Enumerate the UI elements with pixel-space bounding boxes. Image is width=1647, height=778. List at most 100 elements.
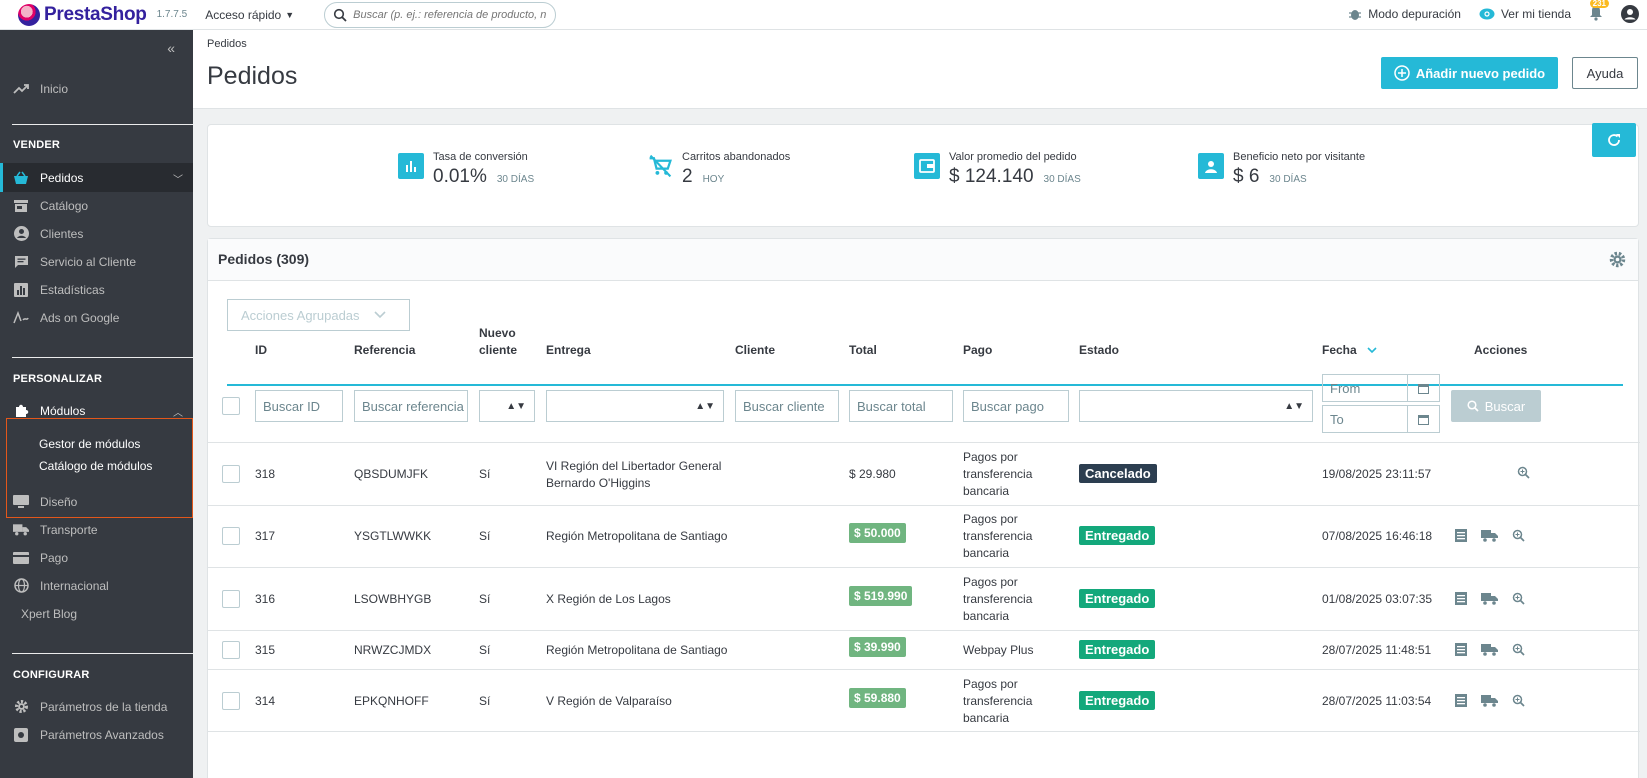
- filter-total-input[interactable]: Buscar total: [849, 390, 953, 422]
- filter-customer-input[interactable]: Buscar cliente: [735, 390, 839, 422]
- invoice-icon[interactable]: [1455, 643, 1467, 656]
- status-badge[interactable]: Entregado: [1079, 589, 1156, 608]
- column-header-date[interactable]: Fecha: [1322, 343, 1377, 357]
- sort-desc-icon[interactable]: [1367, 346, 1377, 354]
- status-badge[interactable]: Cancelado: [1079, 464, 1157, 483]
- view-zoom-icon[interactable]: [1517, 466, 1530, 479]
- calendar-icon[interactable]: [1407, 406, 1439, 432]
- row-checkbox[interactable]: [222, 692, 240, 710]
- quick-access-dropdown[interactable]: Acceso rápido ▼: [205, 8, 294, 22]
- truck-icon[interactable]: [1481, 592, 1498, 605]
- order-new-customer: Sí: [479, 694, 491, 708]
- order-reference[interactable]: NRWZCJMDX: [354, 643, 431, 657]
- column-header-reference[interactable]: Referencia: [354, 343, 415, 357]
- order-payment-line3: bancaria: [963, 484, 1010, 498]
- column-header-new-customer-line2[interactable]: cliente: [479, 343, 517, 357]
- debug-mode-link[interactable]: Modo depuración: [1348, 7, 1461, 21]
- truck-icon[interactable]: [1481, 529, 1498, 542]
- search-input[interactable]: [353, 8, 554, 21]
- invoice-icon[interactable]: [1455, 694, 1467, 707]
- order-reference[interactable]: YSGTLWWKK: [354, 529, 431, 543]
- modules-highlight-box: [6, 418, 193, 518]
- column-header-new-customer-line1[interactable]: Nuevo: [479, 326, 516, 340]
- select-all-checkbox[interactable]: [222, 397, 240, 415]
- order-reference[interactable]: LSOWBHYGB: [354, 592, 431, 606]
- sidebar-item-orders[interactable]: Pedidos ﹀: [0, 163, 193, 192]
- help-button[interactable]: Ayuda: [1572, 57, 1638, 89]
- sidebar-item-ads-on-google[interactable]: Ads on Google: [0, 303, 193, 332]
- sidebar-item-customers[interactable]: Clientes: [0, 219, 193, 248]
- refresh-icon: [1608, 134, 1620, 146]
- column-header-customer[interactable]: Cliente: [735, 343, 775, 357]
- view-zoom-icon[interactable]: [1512, 643, 1525, 656]
- invoice-icon[interactable]: [1455, 529, 1467, 542]
- sidebar-item-shop-parameters[interactable]: Parámetros de la tienda: [0, 692, 193, 721]
- kpi-abandoned-carts: Carritos abandonados 2 HOY: [647, 151, 790, 188]
- sidebar-item-label: Servicio al Cliente: [40, 254, 137, 269]
- sidebar-item-label: Clientes: [40, 226, 84, 241]
- search-filter-button[interactable]: Buscar: [1451, 390, 1541, 422]
- filter-status-select[interactable]: ▲▼: [1079, 390, 1313, 422]
- filter-new-customer-select[interactable]: ▲▼: [479, 390, 535, 422]
- truck-icon[interactable]: [1481, 694, 1498, 707]
- order-delivery-line1: Región Metropolitana de Santiago: [546, 643, 728, 657]
- column-header-status[interactable]: Estado: [1079, 343, 1119, 357]
- status-badge[interactable]: Entregado: [1079, 526, 1156, 545]
- sidebar-item-catalog[interactable]: Catálogo: [0, 191, 193, 220]
- order-payment-line3: bancaria: [963, 711, 1010, 725]
- view-zoom-icon[interactable]: [1512, 529, 1525, 542]
- sidebar-item-payment[interactable]: Pago: [0, 543, 193, 572]
- kpi-label: Tasa de conversión: [433, 151, 528, 163]
- notifications-button[interactable]: 231: [1589, 0, 1609, 24]
- sidebar-item-home[interactable]: Inicio: [0, 74, 193, 103]
- column-header-id[interactable]: ID: [255, 343, 267, 357]
- bulk-actions-dropdown[interactable]: Acciones Agrupadas: [227, 299, 410, 331]
- collapse-sidebar-icon[interactable]: «: [167, 40, 175, 56]
- row-checkbox[interactable]: [222, 641, 240, 659]
- logo[interactable]: PrestaShop 1.7.7.5: [18, 3, 188, 26]
- version-label: 1.7.7.5: [156, 9, 188, 20]
- order-id[interactable]: 315: [255, 643, 275, 657]
- filter-date-from[interactable]: From: [1322, 374, 1440, 402]
- sidebar-item-shipping[interactable]: Transporte: [0, 515, 193, 544]
- view-zoom-icon[interactable]: [1512, 592, 1525, 605]
- user-avatar-icon[interactable]: [1621, 5, 1639, 23]
- row-checkbox[interactable]: [222, 527, 240, 545]
- order-id[interactable]: 317: [255, 529, 275, 543]
- sidebar-item-stats[interactable]: Estadísticas: [0, 275, 193, 304]
- order-id[interactable]: 318: [255, 467, 275, 481]
- order-reference[interactable]: QBSDUMJFK: [354, 467, 428, 481]
- column-header-payment[interactable]: Pago: [963, 343, 992, 357]
- gear-icon[interactable]: [1609, 251, 1626, 268]
- status-badge[interactable]: Entregado: [1079, 640, 1156, 659]
- refresh-kpi-button[interactable]: [1592, 123, 1636, 157]
- filter-reference-input[interactable]: Buscar referencia: [354, 390, 468, 422]
- row-checkbox[interactable]: [222, 465, 240, 483]
- order-id[interactable]: 316: [255, 592, 275, 606]
- truck-icon[interactable]: [1481, 643, 1498, 656]
- order-reference[interactable]: EPKQNHOFF: [354, 694, 429, 708]
- filter-date-to[interactable]: To: [1322, 405, 1440, 433]
- search-bar[interactable]: [324, 1, 557, 28]
- view-zoom-icon[interactable]: [1512, 694, 1525, 707]
- order-payment-line2: transferencia: [963, 467, 1033, 481]
- column-header-delivery[interactable]: Entrega: [546, 343, 591, 357]
- sidebar-item-international[interactable]: Internacional: [0, 571, 193, 600]
- globe-icon: [13, 578, 29, 594]
- column-header-total[interactable]: Total: [849, 343, 877, 357]
- filter-id-input[interactable]: Buscar ID: [255, 390, 343, 422]
- invoice-icon[interactable]: [1455, 592, 1467, 605]
- breadcrumb[interactable]: Pedidos: [207, 38, 247, 50]
- view-store-link[interactable]: Ver mi tienda: [1479, 7, 1571, 21]
- sidebar-item-advanced-parameters[interactable]: Parámetros Avanzados: [0, 720, 193, 749]
- calendar-icon[interactable]: [1407, 375, 1439, 401]
- filter-payment-input[interactable]: Buscar pago: [963, 390, 1069, 422]
- sidebar-item-xpert-blog[interactable]: Xpert Blog: [0, 599, 193, 628]
- order-payment-line2: transferencia: [963, 592, 1033, 606]
- order-id[interactable]: 314: [255, 694, 275, 708]
- filter-delivery-select[interactable]: ▲▼: [546, 390, 724, 422]
- sidebar-item-customer-service[interactable]: Servicio al Cliente: [0, 247, 193, 276]
- row-checkbox[interactable]: [222, 590, 240, 608]
- add-new-order-button[interactable]: Añadir nuevo pedido: [1381, 57, 1558, 89]
- status-badge[interactable]: Entregado: [1079, 691, 1156, 710]
